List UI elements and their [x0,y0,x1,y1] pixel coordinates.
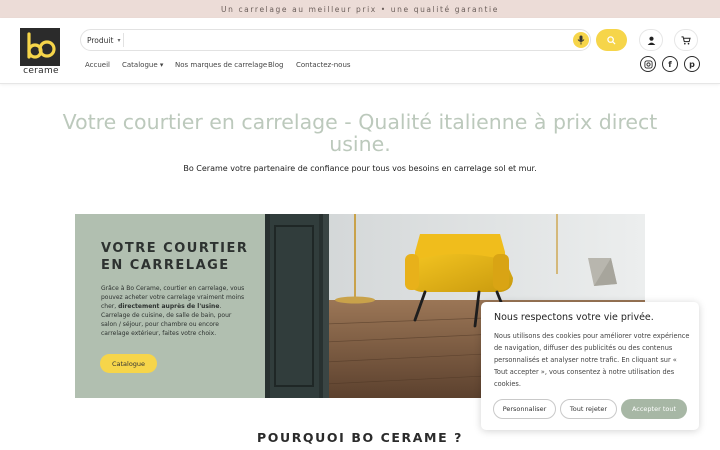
cookie-consent-dialog: Nous respectons votre vie privée. Nous u… [481,302,699,430]
cookie-text: Nous utilisons des cookies pour améliore… [494,332,690,388]
user-icon [647,36,655,45]
microphone-icon [577,35,585,45]
nav-item-accueil[interactable]: Accueil [85,61,110,69]
cart-icon [681,35,691,45]
brand-name: cerame [23,66,59,76]
search-bar: Produit ▾ [80,29,591,51]
page-title: Votre courtier en carrelage - Qualité it… [60,111,660,155]
search-button[interactable] [596,29,627,51]
cookie-accept-button[interactable]: Accepter tout [621,399,687,419]
announcement-text: Un carrelage au meilleur prix • une qual… [221,4,499,14]
search-divider [123,33,124,47]
search-category-label: Produit [87,35,114,45]
promo-text: Grâce à Bo Cerame, courtier en carrelage… [101,284,247,338]
promo-title: VOTRE COURTIER EN CARRELAGE [101,240,261,274]
promo-panel: VOTRE COURTIER EN CARRELAGE Grâce à Bo C… [75,214,265,398]
catalogue-button[interactable]: Catalogue [100,354,157,373]
logo-mark-icon [27,32,56,59]
search-input[interactable] [127,31,567,49]
page-subtitle: Bo Cerame votre partenaire de confiance … [183,164,537,173]
pinterest-icon[interactable]: p [684,56,700,72]
search-icon [607,35,616,45]
nav-item-blog[interactable]: Blog [268,61,283,69]
cookie-reject-button[interactable]: Tout rejeter [560,399,617,419]
announcement-bar: Un carrelage au meilleur prix • une qual… [0,0,720,18]
promo-title-line2: EN CARRELAGE [101,258,230,273]
nav-item-marques[interactable]: Nos marques de carrelage [175,61,267,69]
promo-text-bold: directement auprès de l'usine [118,303,220,310]
promo-title-line1: VOTRE COURTIER [101,241,249,256]
page-title-line2: usine. [329,132,391,156]
brand-logo[interactable] [20,28,60,66]
page-title-line1: Votre courtier en carrelage - Qualité it… [62,110,658,134]
search-category-select[interactable]: Produit ▾ [87,30,120,50]
instagram-icon[interactable] [640,56,656,72]
account-button[interactable] [639,29,663,51]
section-title: POURQUOI BO CERAME ? [256,430,464,445]
nav-item-contact[interactable]: Contactez-nous [296,61,351,69]
chevron-down-icon: ▾ [117,36,121,44]
cart-button[interactable] [674,29,698,51]
cookie-title: Nous respectons votre vie privée. [494,312,654,323]
cookie-customize-button[interactable]: Personnaliser [493,399,556,419]
facebook-icon[interactable]: f [662,56,678,72]
microphone-button[interactable] [573,32,589,48]
site-header: cerame Produit ▾ Accueil Catalogue ▾ Nos… [0,18,720,84]
nav-item-catalogue[interactable]: Catalogue ▾ [122,61,163,69]
